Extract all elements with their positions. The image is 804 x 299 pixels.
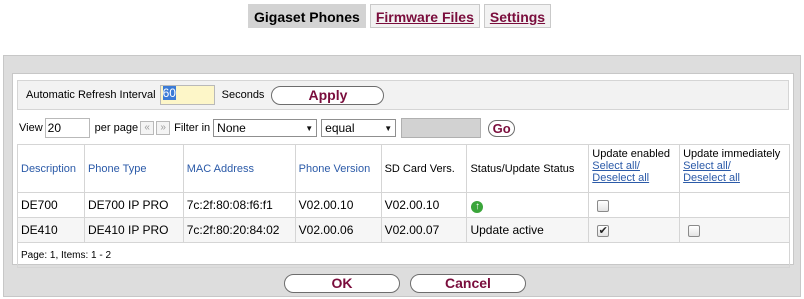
tab-bar: Gigaset Phones Firmware Files Settings [248,4,552,30]
update-immediately-checkbox[interactable] [688,224,701,237]
refresh-row: Automatic Refresh Interval 60 Seconds Ap… [17,80,789,110]
table-row: DE700 DE700 IP PRO 7c:2f:80:08:f6:f1 V02… [17,192,790,218]
cell-status: Update active [466,217,590,243]
cell-update-immediately [679,192,790,218]
green-up-arrow-icon: ↑ [471,200,484,213]
table-row: DE410 DE410 IP PRO 7c:2f:80:20:84:02 V02… [17,217,790,243]
cell-description: DE700 [17,192,85,218]
cell-update-enabled [588,192,681,218]
chevron-down-icon: ▼ [384,123,393,133]
update-immediately-deselect-all-link[interactable]: Deselect all [683,172,786,184]
col-header-mac-address[interactable]: MAC Address [182,144,296,193]
refresh-unit-label: Seconds [221,89,265,101]
cell-phone-type: DE700 IP PRO [83,192,184,218]
table-footer-row: Page: 1, Items: 1 - 2 [17,242,790,268]
refresh-interval-value: 60 [162,86,176,100]
filter-field-value: None [217,121,246,135]
filter-row: View 20 per page « » Filter in None ▼ eq… [17,115,789,141]
update-enabled-checkbox[interactable] [597,199,610,212]
phones-table: Description Phone Type MAC Address Phone… [17,144,790,268]
table-header-row: Description Phone Type MAC Address Phone… [17,144,790,193]
refresh-interval-label: Automatic Refresh Interval [26,89,156,101]
col-header-phone-type[interactable]: Phone Type [83,144,184,193]
cell-description: DE410 [17,217,85,243]
filter-operator-select[interactable]: equal ▼ [321,119,397,137]
per-page-input[interactable]: 20 [44,118,90,138]
next-page-icon[interactable]: » [156,121,171,135]
update-immediately-select-all-link[interactable]: Select all/ [683,160,786,172]
update-enabled-deselect-all-link[interactable]: Deselect all [592,172,676,184]
go-button[interactable]: Go [488,119,516,137]
tab-firmware-files[interactable]: Firmware Files [369,4,480,28]
cell-phone-version: V02.00.10 [294,192,382,218]
cell-status: ↑ [466,192,590,218]
filter-value-input[interactable] [401,118,482,138]
update-enabled-checkbox[interactable]: ✔ [597,224,610,237]
main-panel: Automatic Refresh Interval 60 Seconds Ap… [3,55,801,297]
col-header-description[interactable]: Description [17,144,85,193]
ok-button[interactable]: OK [284,274,400,293]
col-header-status: Status/Update Status [466,144,590,193]
cell-phone-type: DE410 IP PRO [83,217,184,243]
refresh-interval-input[interactable]: 60 [159,85,215,105]
cell-update-immediately [679,217,790,243]
chevron-down-icon: ▼ [305,123,314,133]
per-page-label: per page [94,122,139,134]
tab-gigaset-phones[interactable]: Gigaset Phones [248,4,366,28]
apply-button[interactable]: Apply [271,85,385,105]
prev-page-icon[interactable]: « [140,121,155,135]
col-header-sd-card: SD Card Vers. [380,144,468,193]
cell-mac: 7c:2f:80:20:84:02 [182,217,296,243]
col-header-update-enabled: Update enabled Select all/ Deselect all [588,144,681,193]
phones-panel: Automatic Refresh Interval 60 Seconds Ap… [12,73,794,268]
update-immediately-label: Update immediately [683,148,781,160]
col-header-phone-version[interactable]: Phone Version [294,144,382,193]
filter-field-select[interactable]: None ▼ [213,119,318,137]
col-header-update-immediately: Update immediately Select all/ Deselect … [679,144,790,193]
pagination-info: Page: 1, Items: 1 - 2 [17,242,790,268]
cell-mac: 7c:2f:80:08:f6:f1 [182,192,296,218]
filter-in-label: Filter in [174,122,211,134]
cell-update-enabled: ✔ [588,217,681,243]
cell-sd-card: V02.00.07 [380,217,468,243]
update-enabled-select-all-link[interactable]: Select all/ [592,160,676,172]
view-label: View [19,122,43,134]
filter-operator-value: equal [325,121,355,135]
cell-sd-card: V02.00.10 [380,192,468,218]
update-enabled-label: Update enabled [592,148,670,160]
cancel-button[interactable]: Cancel [410,274,526,293]
cell-phone-version: V02.00.06 [294,217,382,243]
tab-settings[interactable]: Settings [483,4,552,28]
